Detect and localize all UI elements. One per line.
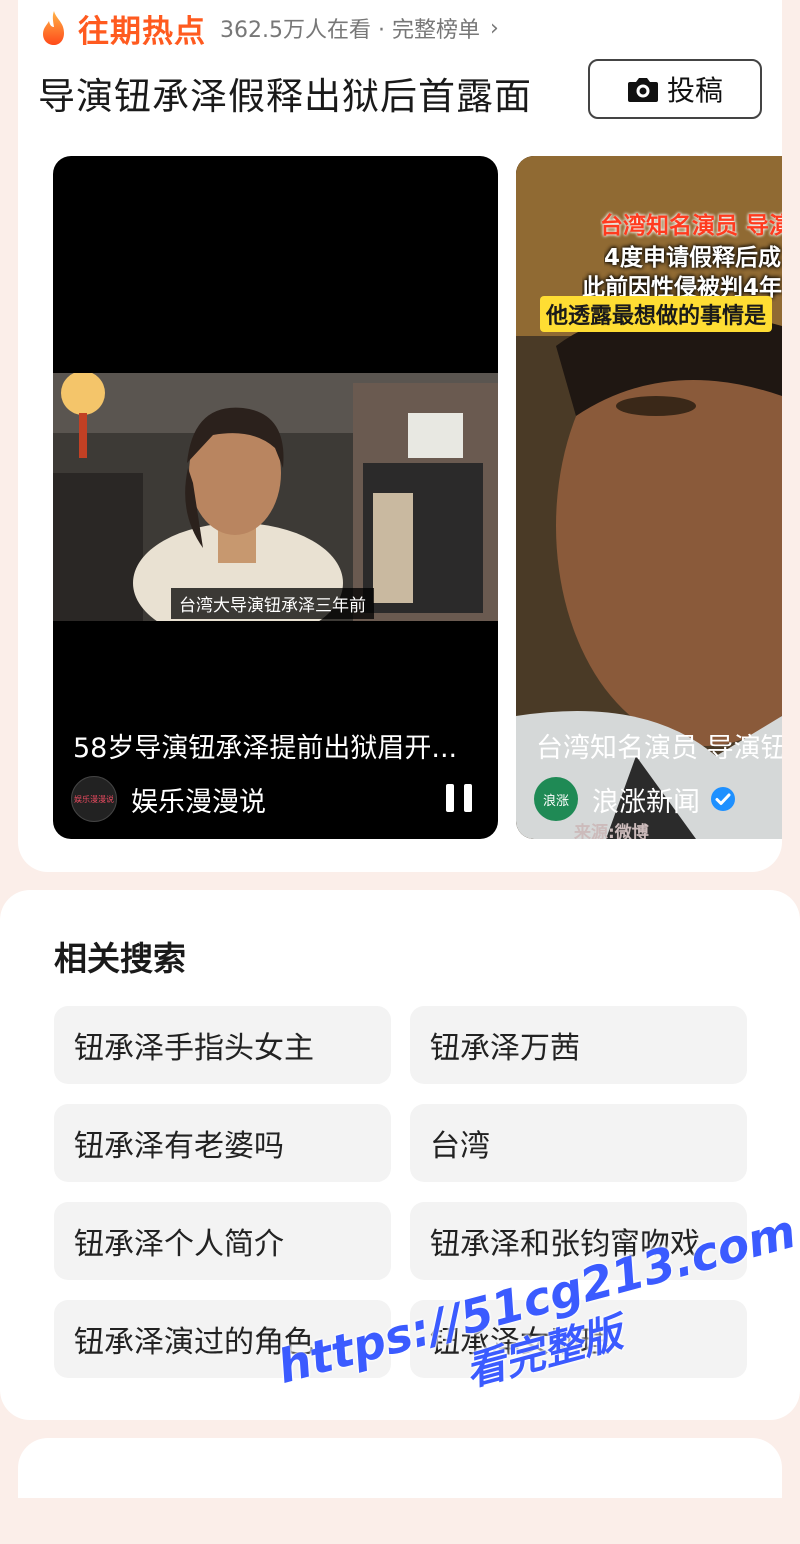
related-search-chip[interactable]: 钮承泽演过的角色 bbox=[54, 1300, 391, 1378]
video-title[interactable]: 58岁导演钮承泽提前出狱眉开... bbox=[73, 726, 478, 765]
hot-label: 往期热点 bbox=[78, 13, 206, 50]
video-card[interactable]: 台湾知名演员 导演 4度申请假释后成 此前因性侵被判4年 他透露最想做的事情是 … bbox=[516, 156, 782, 839]
related-search-title: 相关搜索 bbox=[54, 939, 186, 978]
related-search-chip[interactable]: 台湾 bbox=[410, 1104, 747, 1182]
overlay-highlight: 他透露最想做的事情是 bbox=[540, 296, 773, 332]
video-thumbnail bbox=[53, 373, 498, 621]
pause-icon[interactable] bbox=[446, 784, 472, 812]
author-row[interactable]: 娱乐漫漫说 娱乐漫漫说 bbox=[71, 775, 266, 823]
avatar-text: 浪涨 bbox=[542, 793, 569, 809]
flame-icon bbox=[43, 11, 64, 45]
verified-icon bbox=[711, 787, 735, 811]
video-title[interactable]: 台湾知名演员 导演钮 bbox=[536, 726, 782, 765]
overlay-line: 台湾知名演员 导演 bbox=[600, 213, 782, 239]
hot-meta[interactable]: 362.5万人在看 · 完整榜单 bbox=[220, 12, 480, 44]
author-name[interactable]: 娱乐漫漫说 bbox=[131, 780, 266, 819]
chevron-right-icon[interactable]: › bbox=[490, 16, 499, 41]
avatar[interactable]: 浪涨 bbox=[534, 777, 578, 821]
submit-label: 投稿 bbox=[666, 74, 723, 107]
avatar-text: 娱乐漫漫说 bbox=[74, 794, 114, 804]
related-search-chip[interactable]: 钮承泽个人简介 bbox=[54, 1202, 391, 1280]
video-subtitle: 台湾大导演钮承泽三年前 bbox=[171, 588, 374, 619]
related-search-chip[interactable]: 钮承泽和张钧甯吻戏 bbox=[410, 1202, 747, 1280]
video-card[interactable]: 台湾大导演钮承泽三年前 58岁导演钮承泽提前出狱眉开... 娱乐漫漫说 娱乐漫漫… bbox=[53, 156, 498, 839]
related-search-chip[interactable]: 钮承泽有老婆吗 bbox=[54, 1104, 391, 1182]
related-search-chip[interactable]: 钮承泽万茜 bbox=[410, 1006, 747, 1084]
submit-button[interactable]: 投稿 bbox=[588, 59, 762, 119]
hot-header[interactable]: 往期热点 362.5万人在看 · 完整榜单 › bbox=[38, 8, 499, 50]
related-search-chip[interactable]: 钮承泽手指头女主 bbox=[54, 1006, 391, 1084]
author-name[interactable]: 浪涨新闻 bbox=[592, 780, 700, 819]
next-card-peek bbox=[18, 1438, 782, 1498]
avatar[interactable]: 娱乐漫漫说 bbox=[71, 776, 117, 822]
related-search-card: 相关搜索 钮承泽手指头女主 钮承泽万茜 钮承泽有老婆吗 台湾 钮承泽个人简介 钮… bbox=[0, 890, 800, 1420]
camera-icon bbox=[627, 78, 658, 102]
related-search-chip[interactable]: 钮承泽女助理 bbox=[410, 1300, 747, 1378]
source-tag: 来源:微博 bbox=[574, 823, 649, 839]
overlay-line: 4度申请假释后成 bbox=[604, 245, 782, 271]
author-row[interactable]: 浪涨 浪涨新闻 bbox=[534, 775, 736, 823]
topic-title[interactable]: 导演钮承泽假释出狱后首露面 bbox=[38, 66, 532, 120]
